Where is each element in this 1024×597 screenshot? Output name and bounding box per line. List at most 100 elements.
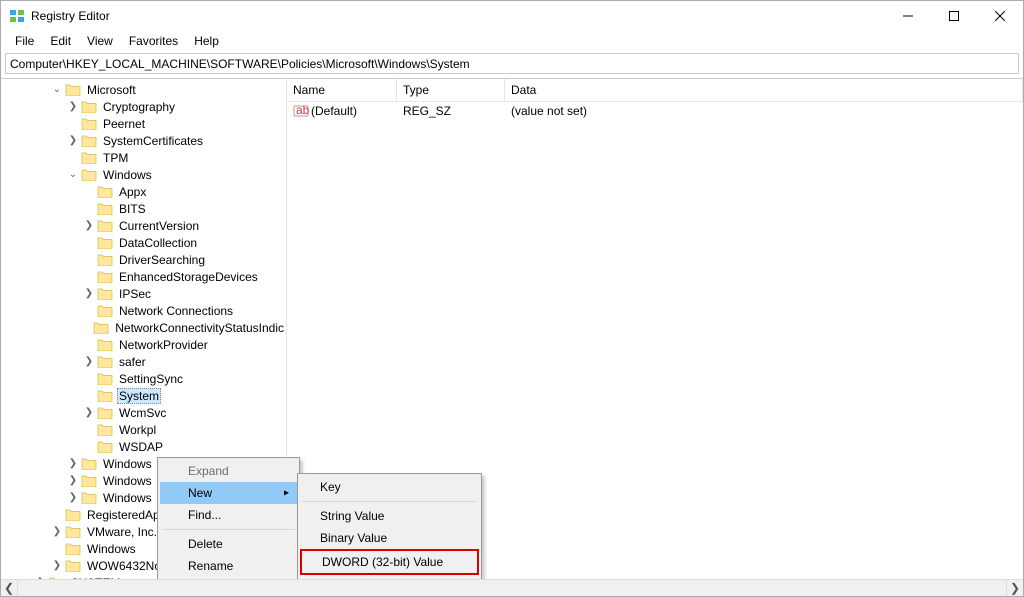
menu-item-binary-value[interactable]: Binary Value [300,527,479,549]
folder-icon [97,185,113,199]
scroll-right-button[interactable]: ❯ [1006,580,1023,596]
column-name[interactable]: Name [287,79,397,102]
folder-icon [81,117,97,131]
folder-icon [97,270,113,284]
main-area: ⌄Microsoft❯Cryptography❯Peernet❯SystemCe… [1,78,1023,579]
tree-item-wcmsvc[interactable]: ❯WcmSvc [1,404,286,421]
folder-icon [97,253,113,267]
tree-item-network-connections[interactable]: ❯Network Connections [1,302,286,319]
menu-help[interactable]: Help [186,32,227,50]
tree-label: DataCollection [117,236,199,250]
tree-label: Windows [101,457,154,471]
minimize-button[interactable] [885,1,931,31]
menu-file[interactable]: File [7,32,42,50]
tree-label: DriverSearching [117,253,207,267]
tree-label: NetworkConnectivityStatusIndic [113,321,286,335]
tree-item-cryptography[interactable]: ❯Cryptography [1,98,286,115]
expand-icon[interactable]: ❯ [81,356,97,367]
menu-item-string-value[interactable]: String Value [300,505,479,527]
tree-item-workpl[interactable]: ❯Workpl [1,421,286,438]
tree-item-microsoft[interactable]: ⌄ Microsoft [1,81,286,98]
expand-icon[interactable]: ❯ [49,560,65,571]
tree-label: Peernet [101,117,147,131]
tree-label: SettingSync [117,372,185,386]
value-name: (Default) [311,104,357,118]
tree-label: VMware, Inc. [85,525,159,539]
folder-icon [97,287,113,301]
tree-item-settingsync[interactable]: ❯SettingSync [1,370,286,387]
submenu-arrow-icon: ▸ [284,488,289,499]
menu-item-new[interactable]: New▸ [160,482,297,504]
folder-icon [81,457,97,471]
close-button[interactable] [977,1,1023,31]
tree-item-currentversion[interactable]: ❯CurrentVersion [1,217,286,234]
tree-item-networkconnectivitystatusindic[interactable]: ❯NetworkConnectivityStatusIndic [1,319,286,336]
column-data[interactable]: Data [505,79,1023,102]
tree-item-datacollection[interactable]: ❯DataCollection [1,234,286,251]
tree-item-system[interactable]: ❯System [1,387,286,404]
tree-item-bits[interactable]: ❯BITS [1,200,286,217]
expand-icon[interactable]: ❯ [81,220,97,231]
folder-icon [97,440,113,454]
maximize-button[interactable] [931,1,977,31]
scroll-left-button[interactable]: ❮ [1,580,18,596]
expand-icon[interactable]: ❯ [81,288,97,299]
folder-icon [97,219,113,233]
tree-item-wsdap[interactable]: ❯WSDAP [1,438,286,455]
list-header: Name Type Data [287,79,1023,102]
menu-bar: FileEditViewFavoritesHelp [1,31,1023,51]
svg-text:ab: ab [296,103,309,117]
folder-icon [97,202,113,216]
folder-icon [81,134,97,148]
expand-icon[interactable]: ⌄ [65,169,81,180]
menu-item-delete[interactable]: Delete [160,533,297,555]
menu-edit[interactable]: Edit [42,32,79,50]
menu-item-key[interactable]: Key [300,476,479,498]
expand-icon[interactable]: ❯ [65,101,81,112]
tree-item-driversearching[interactable]: ❯DriverSearching [1,251,286,268]
expand-icon[interactable]: ❯ [65,135,81,146]
context-menu[interactable]: ExpandNew▸Find...DeleteRenameExportPermi… [157,457,300,579]
tree-item-ipsec[interactable]: ❯IPSec [1,285,286,302]
expand-icon[interactable]: ⌄ [49,84,65,95]
tree-item-tpm[interactable]: ❯TPM [1,149,286,166]
tree-label: Microsoft [85,83,138,97]
tree-item-systemcertificates[interactable]: ❯SystemCertificates [1,132,286,149]
menu-favorites[interactable]: Favorites [121,32,186,50]
expand-icon[interactable]: ❯ [65,492,81,503]
column-type[interactable]: Type [397,79,505,102]
tree-label: WSDAP [117,440,165,454]
expand-icon[interactable]: ❯ [49,526,65,537]
expand-icon[interactable]: ❯ [65,458,81,469]
folder-icon [81,151,97,165]
tree-item-appx[interactable]: ❯Appx [1,183,286,200]
expand-icon[interactable]: ❯ [33,577,49,579]
tree-item-safer[interactable]: ❯safer [1,353,286,370]
tree-label: Windows [101,168,154,182]
menu-item-qword-64-bit-value[interactable]: QWORD (64-bit) Value [300,575,479,579]
tree-item-peernet[interactable]: ❯Peernet [1,115,286,132]
folder-icon [97,406,113,420]
app-icon [9,8,25,24]
expand-icon[interactable]: ❯ [65,475,81,486]
tree-item-windows[interactable]: ⌄ Windows [1,166,286,183]
tree-label: Workpl [117,423,158,437]
expand-icon[interactable]: ❯ [81,407,97,418]
new-submenu[interactable]: Key String ValueBinary ValueDWORD (32-bit… [297,473,482,579]
menu-item-dword-32-bit-value[interactable]: DWORD (32-bit) Value [302,551,477,573]
value-row[interactable]: ab(Default)REG_SZ(value not set) [287,102,1023,119]
tree-item-enhancedstoragedevices[interactable]: ❯EnhancedStorageDevices [1,268,286,285]
menu-view[interactable]: View [79,32,121,50]
menu-item-find-[interactable]: Find... [160,504,297,526]
address-bar[interactable]: Computer\HKEY_LOCAL_MACHINE\SOFTWARE\Pol… [5,53,1019,74]
tree-label: Windows [85,542,138,556]
folder-icon [65,542,81,556]
folder-icon [49,576,65,580]
tree-label: BITS [117,202,148,216]
menu-item-rename[interactable]: Rename [160,555,297,577]
tree-label: Network Connections [117,304,235,318]
tree-item-networkprovider[interactable]: ❯NetworkProvider [1,336,286,353]
horizontal-scrollbar[interactable]: ❮ ❯ [1,579,1023,596]
tree-label: EnhancedStorageDevices [117,270,260,284]
folder-icon [97,236,113,250]
